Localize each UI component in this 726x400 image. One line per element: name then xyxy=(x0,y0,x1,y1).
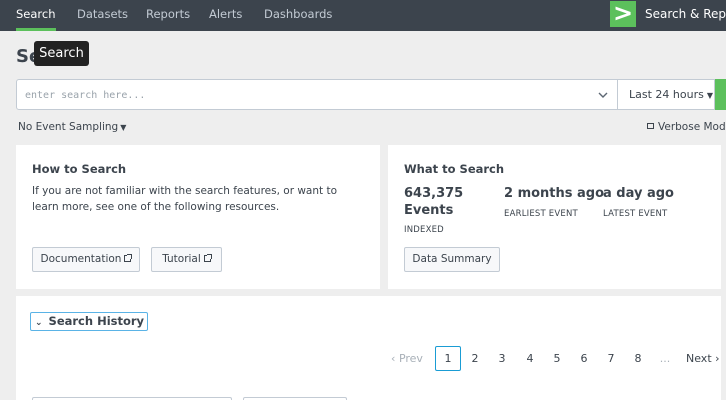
pagination-page-5[interactable]: 5 xyxy=(547,346,567,371)
pagination-page-3[interactable]: 3 xyxy=(492,346,512,371)
pagination-page-4[interactable]: 4 xyxy=(520,346,540,371)
nav-dashboards[interactable]: Dashboards xyxy=(264,0,332,31)
caret-down-icon: ▼ xyxy=(120,123,127,132)
data-summary-button[interactable]: Data Summary xyxy=(404,247,500,272)
time-range-picker[interactable]: Last 24 hours ▼ xyxy=(617,79,715,110)
latest-event-label: LATEST EVENT xyxy=(603,209,668,219)
pagination-page-2[interactable]: 2 xyxy=(465,346,485,371)
what-to-search-title: What to Search xyxy=(404,162,505,176)
earliest-event-label: EARLIEST EVENT xyxy=(504,209,578,219)
pagination-page-8[interactable]: 8 xyxy=(628,346,648,371)
external-link-icon xyxy=(203,254,212,262)
app-logo-icon[interactable]: > xyxy=(610,1,636,27)
how-to-search-description: If you are not familiar with the search … xyxy=(32,185,338,213)
latest-event-value: a day ago xyxy=(603,186,674,201)
search-input[interactable] xyxy=(25,87,585,104)
nav-search[interactable]: Search xyxy=(16,0,56,31)
mode-icon xyxy=(647,123,654,129)
chevron-down-icon[interactable] xyxy=(597,89,609,101)
event-sampling-dropdown[interactable]: No Event Sampling ▼ xyxy=(18,121,126,133)
search-mode-dropdown[interactable]: Verbose Mode xyxy=(647,121,726,133)
tutorial-button[interactable]: Tutorial xyxy=(151,247,222,272)
nav-datasets[interactable]: Datasets xyxy=(77,0,128,31)
how-to-search-panel: How to Search If you are not familiar wi… xyxy=(16,145,380,289)
documentation-button[interactable]: Documentation xyxy=(32,247,140,272)
search-history-title: Search History xyxy=(48,314,145,328)
caret-down-icon: ▼ xyxy=(706,91,713,100)
search-bar[interactable] xyxy=(16,79,618,110)
pagination-ellipsis: ... xyxy=(659,352,671,365)
chevron-down-icon: ⌄ xyxy=(35,318,43,328)
earliest-event-value: 2 months ago xyxy=(504,186,605,201)
documentation-button-label: Documentation xyxy=(40,253,122,265)
time-range-label: Last 24 hours xyxy=(629,88,704,101)
pagination-prev[interactable]: ‹ Prev xyxy=(386,346,428,371)
how-to-search-title: How to Search xyxy=(32,162,127,176)
app-name[interactable]: Search & Reporting xyxy=(645,0,726,31)
pagination-page-1[interactable]: 1 xyxy=(435,346,461,371)
pagination-page-7[interactable]: 7 xyxy=(601,346,621,371)
nav-reports[interactable]: Reports xyxy=(146,0,190,31)
search-history-panel: ⌄ Search History ‹ Prev 1 2 3 4 5 6 7 8 .… xyxy=(16,296,721,400)
event-sampling-label: No Event Sampling xyxy=(18,121,119,133)
pagination-page-6[interactable]: 6 xyxy=(574,346,594,371)
events-count: 643,375 xyxy=(404,186,464,201)
external-link-icon xyxy=(124,254,133,262)
events-label: INDEXED xyxy=(404,225,444,235)
what-to-search-panel: What to Search 643,375 Events INDEXED 2 … xyxy=(388,145,721,289)
nav-alerts[interactable]: Alerts xyxy=(209,0,242,31)
pagination-next[interactable]: Next › xyxy=(686,346,721,371)
search-mode-label: Verbose Mode xyxy=(658,121,726,133)
nav-tooltip: Search xyxy=(34,41,89,66)
search-submit-button[interactable] xyxy=(715,79,726,110)
search-history-toggle[interactable]: ⌄ Search History xyxy=(30,312,149,331)
tutorial-button-label: Tutorial xyxy=(162,253,201,265)
top-nav-bar: Search Datasets Reports Alerts Dashboard… xyxy=(0,0,726,31)
events-unit: Events xyxy=(404,203,454,218)
